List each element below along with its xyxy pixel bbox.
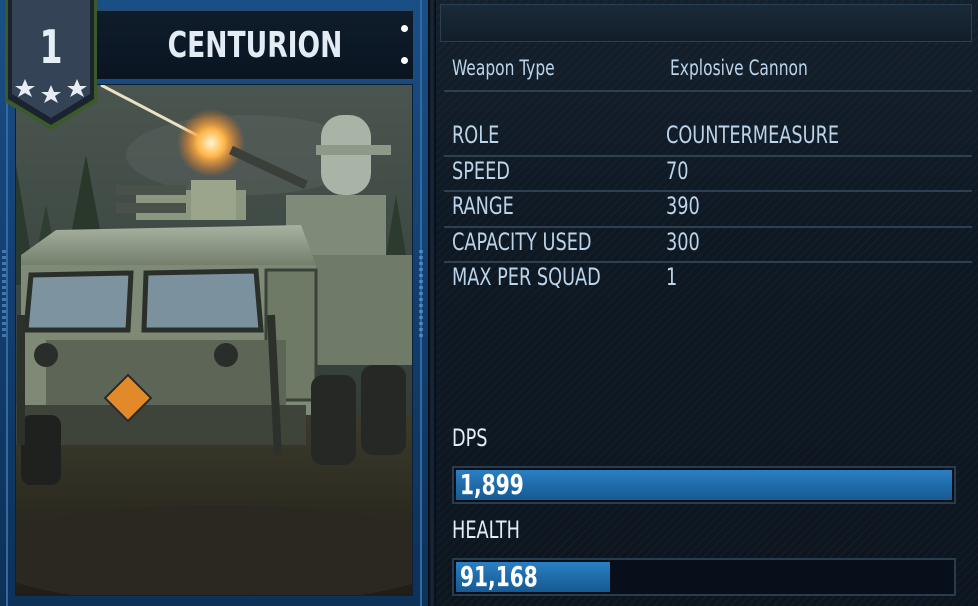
- stat-row-capacity: CAPACITY USED 300: [452, 226, 972, 260]
- weapon-type-label: Weapon Type: [452, 56, 555, 80]
- stat-label: MAX PER SQUAD: [452, 263, 601, 291]
- unit-portrait: [15, 84, 413, 596]
- title-dot-top: [401, 25, 408, 32]
- health-value: 91,168: [460, 560, 538, 593]
- card-notch-right: [419, 250, 423, 340]
- tier-number: 1: [39, 20, 63, 74]
- stat-label: ROLE: [452, 121, 500, 149]
- stats-panel: Weapon Type Explosive Cannon ROLE COUNTE…: [436, 0, 978, 606]
- stat-value: COUNTERMEASURE: [666, 121, 840, 149]
- health-label: HEALTH: [452, 516, 520, 544]
- card-notch-left: [2, 250, 6, 340]
- weapon-type-value: Explosive Cannon: [670, 56, 808, 80]
- stat-row-range: RANGE 390: [452, 190, 972, 224]
- unit-title-bar: CENTURION: [96, 10, 414, 80]
- dps-value: 1,899: [460, 468, 524, 501]
- unit-name: CENTURION: [167, 24, 343, 66]
- unit-card[interactable]: CENTURION 1: [0, 0, 428, 606]
- unit-info-screen: CENTURION 1 Weapon Type Explosive Cannon…: [0, 0, 978, 606]
- title-dot-bottom: [401, 57, 408, 64]
- divider-line: [444, 90, 972, 92]
- dps-bar-fill: [456, 470, 952, 500]
- stat-value: 390: [666, 192, 700, 220]
- stat-label: SPEED: [452, 157, 510, 185]
- panel-header-bar: [440, 4, 972, 42]
- stat-value: 70: [666, 157, 689, 185]
- stat-row-max-per-squad: MAX PER SQUAD 1: [452, 261, 972, 295]
- weapon-type-row: Weapon Type Explosive Cannon: [452, 56, 972, 86]
- stat-value: 300: [666, 228, 700, 256]
- dps-label: DPS: [452, 424, 488, 452]
- stat-value: 1: [666, 263, 678, 291]
- dps-bar: 1,899: [452, 466, 956, 504]
- stat-row-role: ROLE COUNTERMEASURE: [452, 119, 972, 153]
- stat-label: CAPACITY USED: [452, 228, 592, 256]
- stat-label: RANGE: [452, 192, 514, 220]
- stat-row-speed: SPEED 70: [452, 155, 972, 189]
- health-bar: 91,168: [452, 558, 956, 596]
- tier-badge: 1: [5, 0, 97, 132]
- panel-divider: [428, 0, 436, 606]
